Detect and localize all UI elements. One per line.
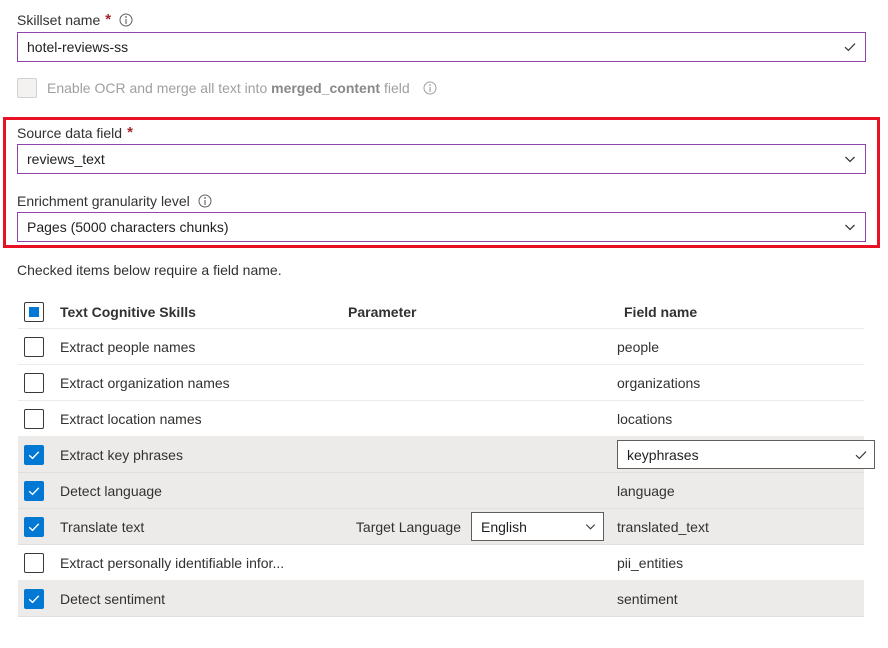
field-name-cell: organizations xyxy=(614,375,864,391)
table-row[interactable]: Extract personally identifiable infor...… xyxy=(18,545,864,581)
row-checkbox-cell[interactable] xyxy=(18,517,60,537)
target-language-value: English xyxy=(472,519,577,535)
table-row[interactable]: Extract people names people xyxy=(18,329,864,365)
row-checkbox-cell[interactable] xyxy=(18,373,60,393)
column-header-parameter: Parameter xyxy=(332,304,614,320)
target-language-select[interactable]: English xyxy=(471,512,604,541)
row-checkbox-cell[interactable] xyxy=(18,481,60,501)
required-asterisk: * xyxy=(105,13,111,27)
required-asterisk: * xyxy=(127,126,133,140)
source-data-field-label-text: Source data field xyxy=(17,124,122,142)
enable-ocr-checkbox xyxy=(17,78,37,98)
enrichment-granularity-label: Enrichment granularity level xyxy=(17,192,212,210)
enable-ocr-text-after: field xyxy=(384,80,410,96)
info-icon[interactable] xyxy=(198,194,212,208)
merged-content-token: merged_content xyxy=(271,80,380,96)
field-name-cell: pii_entities xyxy=(614,555,864,571)
chevron-down-icon[interactable] xyxy=(835,220,865,234)
row-checkbox-cell[interactable] xyxy=(18,337,60,357)
row-checkbox-cell[interactable] xyxy=(18,553,60,573)
skill-checkbox[interactable] xyxy=(24,445,44,465)
field-name-cell: translated_text xyxy=(614,519,864,535)
field-name-value: keyphrases xyxy=(618,447,848,463)
table-row[interactable]: Detect sentiment sentiment xyxy=(18,581,864,617)
cognitive-skills-table: Text Cognitive Skills Parameter Field na… xyxy=(18,296,864,617)
table-row[interactable]: Extract key phrases keyphrases xyxy=(18,437,864,473)
skillset-name-label-text: Skillset name xyxy=(17,11,100,29)
source-data-field-dropdown[interactable]: reviews_text xyxy=(17,144,866,174)
table-row[interactable]: Translate text Target Language English tran… xyxy=(18,509,864,545)
skillset-configuration-page: Skillset name * hotel-reviews-ss Enable … xyxy=(0,0,888,648)
enable-ocr-text-before: Enable OCR and merge all text into xyxy=(47,80,267,96)
skill-checkbox[interactable] xyxy=(24,337,44,357)
column-header-skills: Text Cognitive Skills xyxy=(60,304,332,320)
skillset-name-label: Skillset name * xyxy=(17,11,133,29)
skill-checkbox[interactable] xyxy=(24,589,44,609)
select-all-checkbox[interactable] xyxy=(24,302,44,322)
chevron-down-icon[interactable] xyxy=(577,520,603,533)
table-row[interactable]: Detect language language xyxy=(18,473,864,509)
field-name-cell[interactable]: keyphrases xyxy=(614,440,875,469)
check-icon xyxy=(835,40,865,54)
table-row[interactable]: Extract organization names organizations xyxy=(18,365,864,401)
enable-ocr-row: Enable OCR and merge all text into merge… xyxy=(17,78,437,98)
enable-ocr-label: Enable OCR and merge all text into merge… xyxy=(47,80,410,96)
skillset-name-input[interactable]: hotel-reviews-ss xyxy=(17,32,866,62)
skill-label: Extract key phrases xyxy=(60,447,332,463)
column-header-field-name: Field name xyxy=(614,304,864,320)
skill-checkbox[interactable] xyxy=(24,373,44,393)
enrichment-granularity-value: Pages (5000 characters chunks) xyxy=(18,219,835,235)
row-checkbox-cell[interactable] xyxy=(18,589,60,609)
select-all-cell[interactable] xyxy=(18,302,60,322)
row-checkbox-cell[interactable] xyxy=(18,445,60,465)
chevron-down-icon[interactable] xyxy=(835,152,865,166)
skill-label: Translate text xyxy=(60,519,332,535)
skill-label: Extract personally identifiable infor... xyxy=(60,555,332,571)
skill-label: Extract people names xyxy=(60,339,332,355)
skill-checkbox[interactable] xyxy=(24,553,44,573)
table-row[interactable]: Extract location names locations xyxy=(18,401,864,437)
skill-label: Extract organization names xyxy=(60,375,332,391)
enrichment-granularity-label-text: Enrichment granularity level xyxy=(17,192,190,210)
field-name-cell: sentiment xyxy=(614,591,864,607)
field-name-cell: language xyxy=(614,483,864,499)
field-name-note: Checked items below require a field name… xyxy=(17,262,282,278)
info-icon[interactable] xyxy=(423,81,437,95)
field-name-input[interactable]: keyphrases xyxy=(617,440,875,469)
table-header-row: Text Cognitive Skills Parameter Field na… xyxy=(18,296,864,329)
table-body: Extract people names people Extract organi… xyxy=(18,329,864,617)
skill-checkbox[interactable] xyxy=(24,517,44,537)
parameter-label: Target Language xyxy=(356,519,461,535)
check-icon xyxy=(848,448,874,462)
skill-checkbox[interactable] xyxy=(24,409,44,429)
skill-checkbox[interactable] xyxy=(24,481,44,501)
row-checkbox-cell[interactable] xyxy=(18,409,60,429)
source-data-field-label: Source data field * xyxy=(17,124,133,142)
skillset-name-value: hotel-reviews-ss xyxy=(18,39,835,55)
field-name-cell: locations xyxy=(614,411,864,427)
skill-label: Detect language xyxy=(60,483,332,499)
skill-label: Extract location names xyxy=(60,411,332,427)
info-icon[interactable] xyxy=(119,13,133,27)
skill-label: Detect sentiment xyxy=(60,591,332,607)
source-data-field-value: reviews_text xyxy=(18,151,835,167)
parameter-cell: Target Language English xyxy=(332,512,614,541)
enrichment-granularity-dropdown[interactable]: Pages (5000 characters chunks) xyxy=(17,212,866,242)
field-name-cell: people xyxy=(614,339,864,355)
